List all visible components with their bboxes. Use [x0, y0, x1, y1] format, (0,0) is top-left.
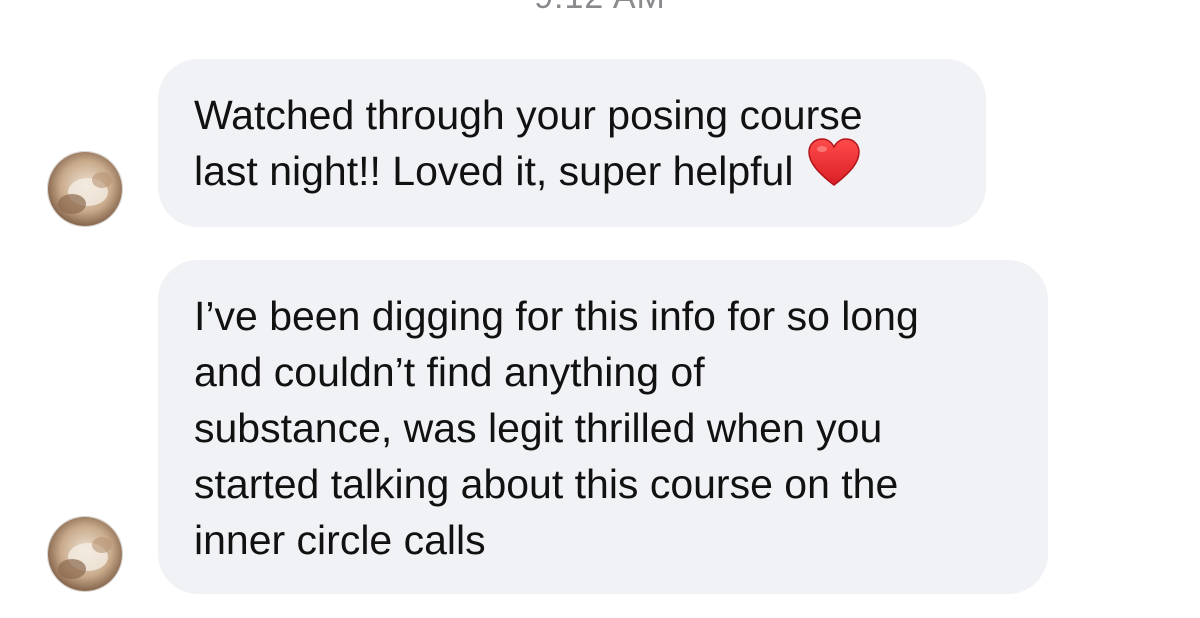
- red-heart-icon: [807, 138, 861, 202]
- message-text-line: substance, was legit thrilled when you: [194, 405, 883, 451]
- message-text: last night!! Loved it, super helpful: [194, 148, 794, 194]
- message-bubble[interactable]: I’ve been digging for this info for so l…: [158, 260, 1048, 594]
- message-text-line: last night!! Loved it, super helpful: [194, 138, 950, 202]
- message-row: Watched through your posing course last …: [0, 59, 1200, 227]
- message-bubble[interactable]: Watched through your posing course last …: [158, 59, 986, 227]
- message-row: I’ve been digging for this info for so l…: [0, 260, 1200, 594]
- message-timestamp: 9:12 AM: [0, 0, 1200, 17]
- message-text-line: I’ve been digging for this info for so l…: [194, 293, 919, 339]
- message-text-line: inner circle calls: [194, 517, 486, 563]
- message-text-line: Watched through your posing course: [194, 92, 863, 138]
- sender-avatar[interactable]: [47, 151, 123, 227]
- sender-avatar[interactable]: [47, 516, 123, 592]
- profile-photo-avatar: [48, 517, 122, 591]
- profile-photo-avatar: [48, 152, 122, 226]
- message-text-line: and couldn’t find anything of: [194, 349, 705, 395]
- message-text-line: started talking about this course on the: [194, 461, 899, 507]
